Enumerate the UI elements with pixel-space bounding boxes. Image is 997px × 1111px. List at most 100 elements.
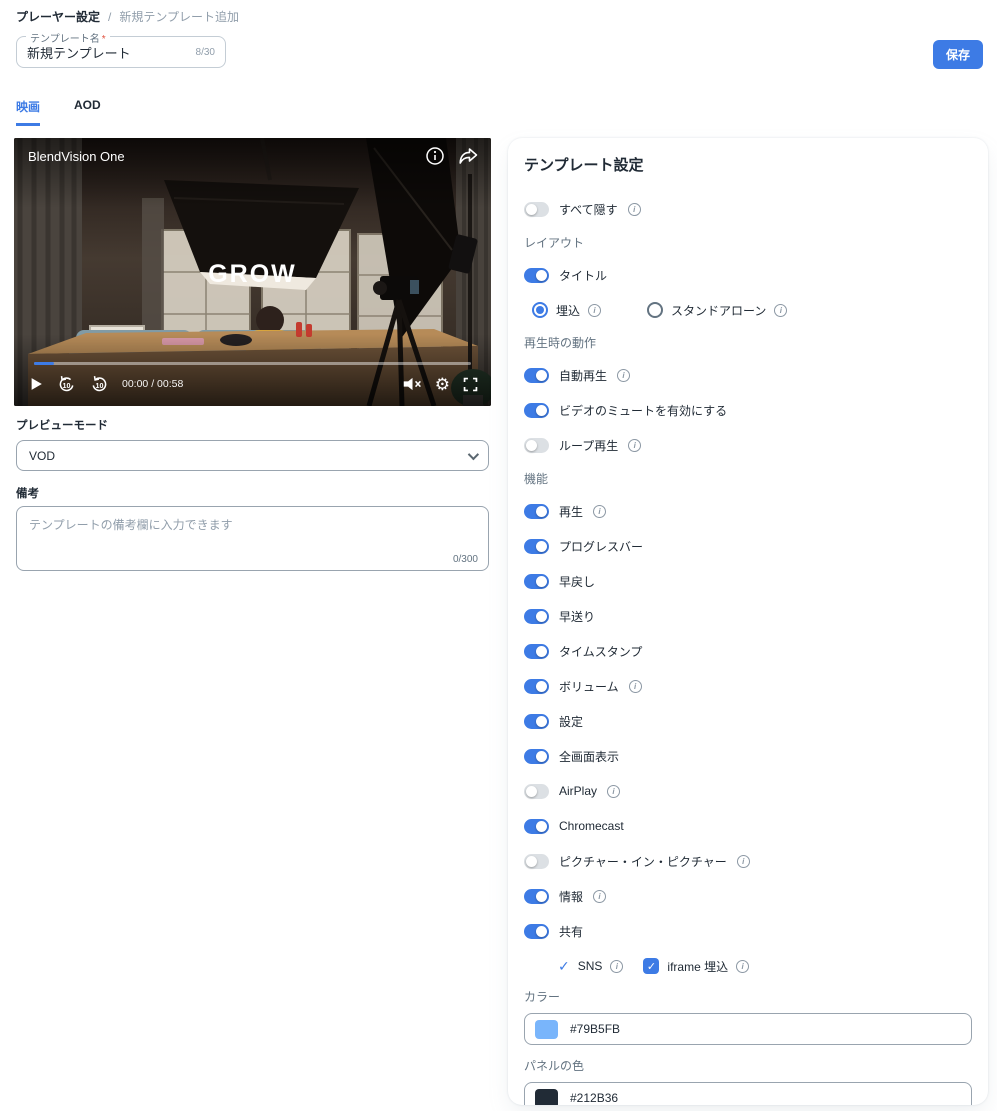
iframe-label: iframe 埋込 xyxy=(667,959,729,974)
toggle-row-pip: ピクチャー・イン・ピクチャー i xyxy=(524,851,972,871)
template-name-input[interactable] xyxy=(27,44,190,60)
mute-toggle[interactable] xyxy=(524,402,549,418)
volume-label: ボリューム xyxy=(559,679,619,694)
forward-toggle[interactable] xyxy=(524,608,549,624)
title-toggle[interactable] xyxy=(524,267,549,283)
panel-color-label: パネルの色 xyxy=(524,1059,585,1073)
time-display: 00:00 / 00:58 xyxy=(122,378,184,390)
video-overlay-text: GROW xyxy=(208,260,297,288)
forward-label: 早送り xyxy=(559,609,596,624)
player-controls: 10 10 00:00 / 00:58 ⚙ xyxy=(28,370,479,398)
rewind-10-icon: 10 xyxy=(59,375,74,391)
preview-mode-select[interactable]: VOD xyxy=(16,440,489,471)
player-video-title: BlendVision One xyxy=(28,149,125,164)
play-button[interactable] xyxy=(28,376,44,392)
autoplay-info-icon[interactable]: i xyxy=(617,368,631,382)
tab-movie[interactable]: 映画 xyxy=(16,98,41,126)
save-button[interactable]: 保存 xyxy=(932,40,983,69)
player-info-button[interactable] xyxy=(425,146,445,166)
airplay-info-icon[interactable]: i xyxy=(607,784,621,798)
toggle-row-progressbar: プログレスバー xyxy=(524,536,972,556)
panel-color-input[interactable]: #212B36 xyxy=(524,1082,972,1105)
breadcrumb: プレーヤー設定 / 新規テンプレート追加 xyxy=(16,8,239,25)
play-info-icon[interactable]: i xyxy=(593,504,607,518)
required-asterisk: * xyxy=(101,34,106,45)
mute-button[interactable] xyxy=(402,375,423,393)
play-label: 再生 xyxy=(559,504,584,519)
toggle-row-share: 共有 xyxy=(524,921,972,941)
fullscreen-button[interactable] xyxy=(462,376,479,393)
tab-aod[interactable]: AOD xyxy=(74,98,101,126)
info-info-icon[interactable]: i xyxy=(593,889,607,903)
chromecast-toggle[interactable] xyxy=(524,818,549,834)
preview-mode-value: VOD xyxy=(29,448,56,463)
info-label: 情報 xyxy=(559,889,584,904)
video-player-preview[interactable]: BlendVision One GROW 10 10 00:00 / 00:58… xyxy=(14,138,491,406)
standalone-info-icon[interactable]: i xyxy=(774,303,788,317)
template-name-counter: 8/30 xyxy=(195,46,215,58)
sns-checkbox[interactable]: ✓ xyxy=(558,959,570,973)
iframe-checkbox[interactable]: ✓ xyxy=(643,958,660,974)
player-settings-button[interactable]: ⚙ xyxy=(435,376,450,393)
airplay-label: AirPlay xyxy=(559,784,598,798)
template-name-field[interactable]: テンプレート名* 8/30 xyxy=(16,30,226,68)
svg-text:10: 10 xyxy=(96,381,104,389)
volume-info-icon[interactable]: i xyxy=(628,679,642,693)
toggle-row-volume: ボリューム i xyxy=(524,676,972,696)
rewind-10-button[interactable]: 10 xyxy=(56,374,77,395)
template-settings-panel: テンプレート設定 すべて隠す i レイアウト タイトル 埋込 i スタンドアロー… xyxy=(508,138,988,1105)
color-label: カラー xyxy=(524,990,561,1004)
autoplay-label: 自動再生 xyxy=(559,368,608,383)
chevron-down-icon xyxy=(467,448,480,460)
title-label: タイトル xyxy=(559,268,608,283)
color-input[interactable]: #79B5FB xyxy=(524,1013,972,1045)
breadcrumb-current-page: 新規テンプレート追加 xyxy=(119,10,240,24)
play-toggle[interactable] xyxy=(524,503,549,519)
notes-textarea[interactable] xyxy=(17,507,488,553)
loop-toggle[interactable] xyxy=(524,437,549,453)
play-icon xyxy=(31,378,42,390)
radio-unselected-icon xyxy=(647,302,664,318)
share-toggle[interactable] xyxy=(524,923,549,939)
progressbar-label: プログレスバー xyxy=(559,539,644,554)
forward-10-button[interactable]: 10 xyxy=(89,374,110,395)
progress-bar[interactable] xyxy=(34,362,471,365)
timestamp-toggle[interactable] xyxy=(524,643,549,659)
volume-toggle[interactable] xyxy=(524,678,549,694)
fullscreen-toggle[interactable] xyxy=(524,748,549,764)
toggle-row-timestamp: タイムスタンプ xyxy=(524,641,972,661)
share-arrow-icon xyxy=(459,148,478,164)
progressbar-toggle[interactable] xyxy=(524,538,549,554)
breadcrumb-player-settings[interactable]: プレーヤー設定 xyxy=(16,8,100,25)
share-label: 共有 xyxy=(559,924,584,939)
airplay-toggle[interactable] xyxy=(524,783,549,799)
panel-color-hex-value: #212B36 xyxy=(570,1091,619,1105)
sns-info-icon[interactable]: i xyxy=(610,959,624,973)
breadcrumb-separator: / xyxy=(108,9,112,24)
radio-embed[interactable]: 埋込 xyxy=(532,302,580,319)
hide-all-info-icon[interactable]: i xyxy=(627,202,641,216)
pip-info-icon[interactable]: i xyxy=(736,854,750,868)
hide-all-toggle[interactable] xyxy=(524,201,549,217)
embed-info-icon[interactable]: i xyxy=(588,303,602,317)
rewind-toggle[interactable] xyxy=(524,573,549,589)
info-toggle[interactable] xyxy=(524,888,549,904)
player-share-button[interactable] xyxy=(457,146,479,166)
radio-standalone[interactable]: スタンドアローン xyxy=(647,302,766,319)
autoplay-toggle[interactable] xyxy=(524,367,549,383)
content-tabs: 映画 AOD xyxy=(16,98,101,126)
notes-field: 0/300 xyxy=(16,506,489,571)
toggle-row-rewind: 早戻し xyxy=(524,571,972,591)
settings-toggle[interactable] xyxy=(524,713,549,729)
pip-toggle[interactable] xyxy=(524,853,549,869)
forward-10-icon: 10 xyxy=(92,375,107,391)
toggle-row-forward: 早送り xyxy=(524,606,972,626)
fullscreen-label: 全画面表示 xyxy=(559,749,620,764)
radio-embed-label: 埋込 xyxy=(556,303,581,318)
muted-speaker-icon xyxy=(403,377,421,391)
toggle-row-airplay: AirPlay i xyxy=(524,781,972,801)
info-circle-icon xyxy=(426,147,444,165)
loop-info-icon[interactable]: i xyxy=(628,438,642,452)
toggle-knob xyxy=(536,269,547,281)
iframe-info-icon[interactable]: i xyxy=(736,959,750,973)
